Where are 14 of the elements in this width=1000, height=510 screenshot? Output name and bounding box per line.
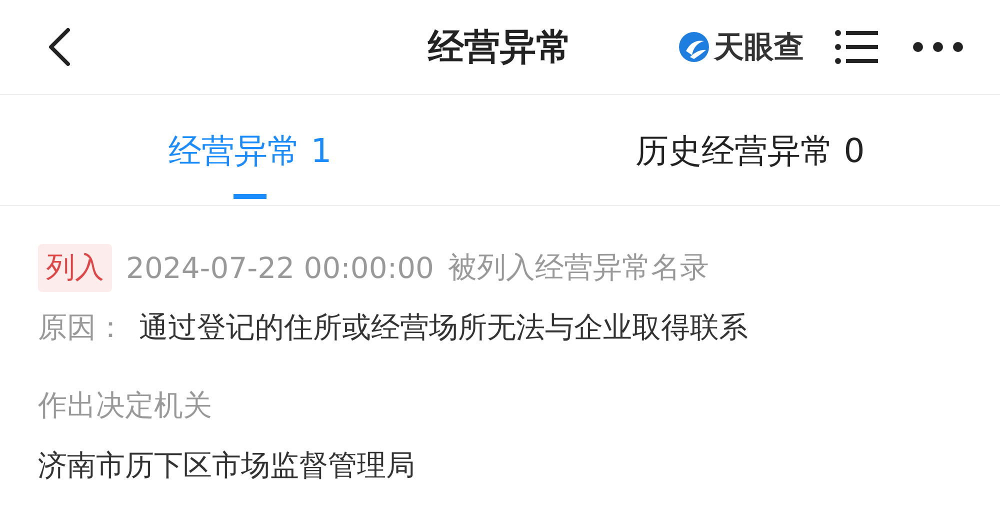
authority-text: 济南市历下区市场监督管理局	[38, 447, 415, 484]
page-title: 经营异常	[428, 26, 572, 70]
menu-icon[interactable]	[834, 28, 878, 66]
tab[interactable]: 历史经营异常 0	[635, 109, 865, 199]
record-time: 2024-07-22 00:00:00	[126, 251, 434, 285]
brand-name: 天眼查	[714, 28, 804, 66]
status-tag: 列入	[38, 244, 112, 292]
back-icon[interactable]	[46, 27, 72, 67]
reason-label: 原因：	[38, 309, 125, 346]
logo-icon	[678, 31, 710, 63]
record-event: 被列入经营异常名录	[448, 249, 709, 286]
authority-label: 作出决定机关	[38, 387, 212, 424]
reason-text: 通过登记的住所或经营场所无法与企业取得联系	[139, 309, 748, 346]
more-icon[interactable]	[912, 41, 964, 53]
